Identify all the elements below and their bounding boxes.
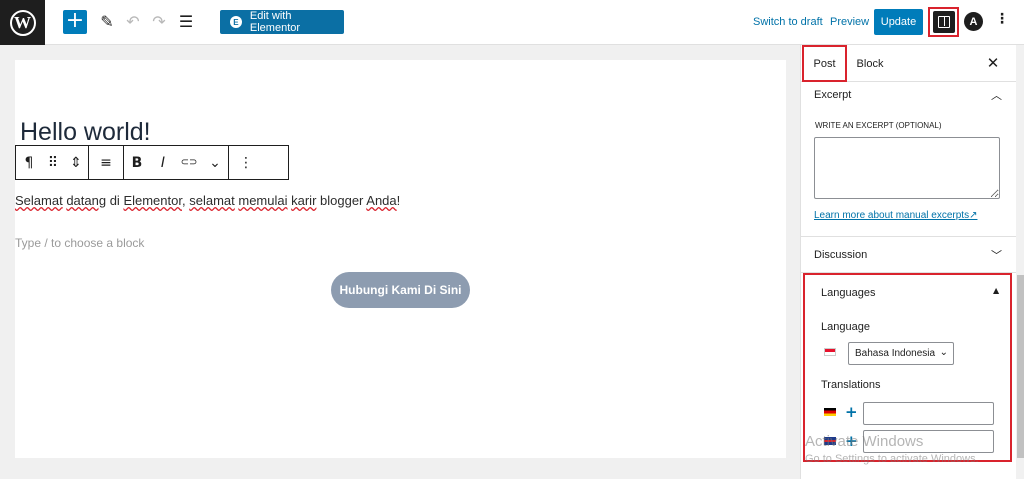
translations-label: Translations <box>821 379 881 391</box>
wordpress-logo[interactable]: W <box>0 0 45 45</box>
move-up-down-icon[interactable]: ⇕ <box>64 146 88 179</box>
undo-icon[interactable]: ↶ <box>122 11 144 33</box>
excerpt-title: Excerpt <box>814 89 852 101</box>
paragraph-segment: Anda <box>366 193 397 208</box>
post-title[interactable]: Hello world! <box>20 118 151 147</box>
caret-up-icon[interactable]: ▲ <box>993 286 999 295</box>
add-translation-icon[interactable]: + <box>845 405 858 420</box>
preview-button[interactable]: Preview <box>830 16 869 28</box>
paragraph-icon[interactable]: ¶ <box>16 146 42 179</box>
language-select[interactable]: Bahasa Indonesia ⌄ <box>848 342 954 365</box>
link-icon[interactable]: ⊂⊃ <box>176 146 202 179</box>
redo-icon[interactable]: ↷ <box>148 11 170 33</box>
chevron-up-icon: ︿ <box>991 89 1002 102</box>
paragraph-segment: Elementor <box>123 193 182 208</box>
editor-header: W + ✎ ↶ ↷ ☰ E Edit with Elementor Switch… <box>0 0 1024 45</box>
settings-sidebar: Post Block ✕ Excerpt ︿ WRITE AN EXCERPT … <box>800 45 1024 479</box>
excerpt-label: WRITE AN EXCERPT (OPTIONAL) <box>815 121 942 130</box>
block-toolbar-group-options: ⋮ <box>229 146 263 179</box>
language-label: Language <box>821 321 870 333</box>
paragraph-block[interactable]: Selamat datang di Elementor, selamat mem… <box>15 193 400 208</box>
paragraph-segment: karir <box>291 193 317 208</box>
align-icon[interactable]: ≡ <box>89 146 123 179</box>
scrollbar-thumb[interactable] <box>1017 275 1024 458</box>
bold-icon[interactable]: B <box>124 146 150 179</box>
excerpt-textarea[interactable] <box>814 137 1000 199</box>
more-options-icon[interactable]: ⋮ <box>995 11 1009 27</box>
drag-handle-icon[interactable]: ⠿ <box>42 146 64 179</box>
tools-pencil-icon[interactable]: ✎ <box>96 11 118 33</box>
paragraph-segment: ! <box>396 193 401 208</box>
astra-icon[interactable]: A <box>964 12 983 31</box>
paragraph-segment: datang <box>66 193 107 208</box>
contact-button[interactable]: Hubungi Kami Di Sini <box>331 272 470 308</box>
language-select-value: Bahasa Indonesia <box>855 348 936 359</box>
flag-indonesia-icon <box>824 348 836 356</box>
windows-activation-subtext: Go to Settings to activate Windows. <box>805 453 979 465</box>
switch-to-draft-button[interactable]: Switch to draft <box>753 16 823 28</box>
block-toolbar-group-transform: ¶ ⠿ ⇕ <box>16 146 89 179</box>
update-button[interactable]: Update <box>874 9 923 35</box>
paragraph-segment: memulai <box>238 193 288 208</box>
block-toolbar: ¶ ⠿ ⇕ ≡ B I ⊂⊃ ⌄ ⋮ <box>15 145 289 180</box>
chevron-down-icon[interactable]: ⌄ <box>202 146 228 179</box>
document-overview-icon[interactable]: ☰ <box>175 11 197 33</box>
sidebar-panel-icon <box>932 11 955 33</box>
sidebar-scrollbar[interactable] <box>1016 45 1024 479</box>
add-block-button[interactable]: + <box>63 10 87 34</box>
settings-toggle-button[interactable] <box>928 7 959 37</box>
block-toolbar-group-align: ≡ <box>89 146 124 179</box>
chevron-down-icon: ﹀ <box>991 249 1002 262</box>
block-placeholder[interactable]: Type / to choose a block <box>15 236 144 250</box>
wordpress-icon: W <box>9 9 36 36</box>
excerpt-panel-header[interactable]: Excerpt ︿ <box>801 77 1016 113</box>
flag-germany-icon <box>824 408 836 416</box>
close-icon[interactable]: ✕ <box>984 54 1002 72</box>
excerpt-help-link[interactable]: Learn more about manual excerpts↗ <box>814 210 977 221</box>
discussion-panel-header[interactable]: Discussion ﹀ <box>801 237 1016 273</box>
block-toolbar-group-format: B I ⊂⊃ ⌄ <box>124 146 229 179</box>
translation-input-german[interactable] <box>863 402 994 425</box>
paragraph-segment: blogger <box>316 193 367 208</box>
block-options-icon[interactable]: ⋮ <box>229 146 263 179</box>
windows-activation-watermark: Activate Windows <box>805 433 924 450</box>
paragraph-segment: selamat <box>189 193 235 208</box>
edit-with-elementor-button[interactable]: E Edit with Elementor <box>220 10 344 34</box>
elementor-icon: E <box>230 16 242 28</box>
chevron-down-icon: ⌄ <box>939 347 948 358</box>
paragraph-segment: di <box>106 193 124 208</box>
discussion-title: Discussion <box>814 249 868 261</box>
paragraph-segment: Selamat <box>15 193 63 208</box>
languages-title[interactable]: Languages <box>821 287 875 299</box>
italic-icon[interactable]: I <box>150 146 176 179</box>
elementor-button-label: Edit with Elementor <box>249 10 301 34</box>
